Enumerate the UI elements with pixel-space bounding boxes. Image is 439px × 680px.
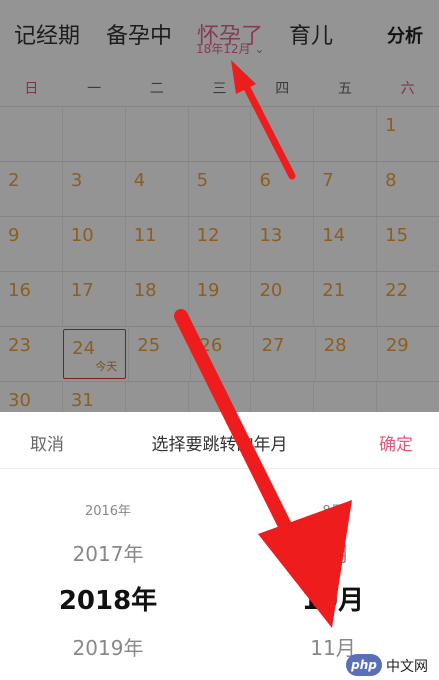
confirm-button[interactable]: 确定 <box>379 430 413 455</box>
month-wheel[interactable]: 8月 9月 10月 11月 <box>253 468 413 680</box>
picker-header: 取消 选择要跳转的年月 确定 <box>0 412 439 469</box>
year-wheel[interactable]: 2016年 2017年 2018年 2019年 <box>28 468 188 680</box>
watermark: php 中文网 <box>346 654 436 676</box>
dim-overlay[interactable] <box>0 0 439 412</box>
picker-title: 选择要跳转的年月 <box>151 435 288 455</box>
year-option[interactable]: 2017年 <box>28 538 188 567</box>
year-option[interactable]: 2016年 <box>28 500 188 519</box>
month-option[interactable]: 8月 <box>253 500 413 519</box>
year-month-picker: 取消 选择要跳转的年月 确定 2016年 2017年 2018年 2019年 8… <box>0 412 439 680</box>
month-option-selected[interactable]: 10月 <box>253 580 413 617</box>
watermark-text: 中文网 <box>386 659 428 675</box>
year-option-selected[interactable]: 2018年 <box>28 580 188 617</box>
watermark-logo: php <box>346 654 382 676</box>
year-option[interactable]: 2019年 <box>28 632 188 661</box>
month-option[interactable]: 9月 <box>253 538 413 567</box>
